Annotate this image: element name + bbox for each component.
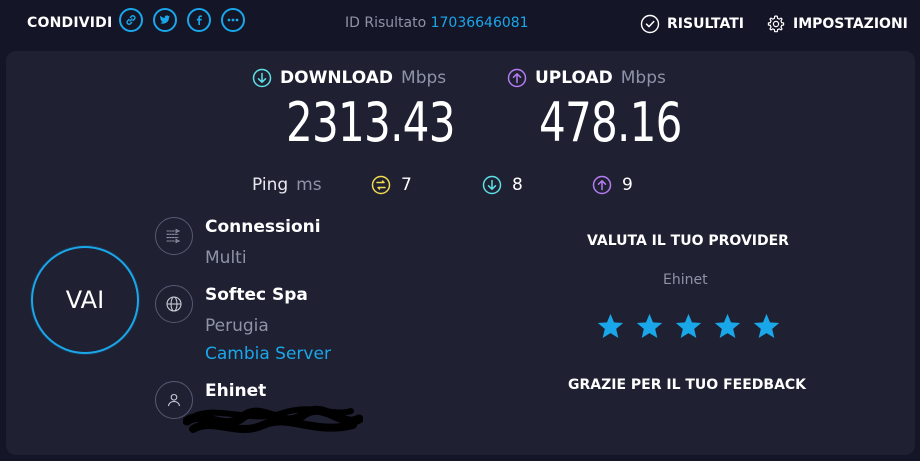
ping-download-icon <box>482 175 502 195</box>
connections-icon <box>155 217 193 255</box>
feedback-thanks: GRAZIE PER IL TUO FEEDBACK <box>568 377 807 393</box>
download-speed: 2313.43 <box>286 91 456 154</box>
connections-value: Multi <box>205 248 247 268</box>
download-unit: Mbps <box>401 68 447 88</box>
star-icon[interactable] <box>713 312 742 341</box>
upload-arrow-icon <box>507 68 527 88</box>
more-icon <box>227 18 239 22</box>
results-panel: DOWNLOAD Mbps 2313.43 UPLOAD Mbps 478.16… <box>6 51 915 455</box>
star-icon[interactable] <box>674 312 703 341</box>
check-circle-icon <box>640 14 660 34</box>
ping-idle: 7 <box>371 175 412 195</box>
result-id: ID Risultato 17036646081 <box>345 15 529 31</box>
download-label: DOWNLOAD <box>280 68 394 88</box>
upload-label: UPLOAD <box>535 68 613 88</box>
server-name: Softec Spa <box>205 285 308 305</box>
download-arrow-icon <box>252 68 272 88</box>
connections-title: Connessioni <box>205 217 321 237</box>
ping-unit: ms <box>296 175 322 195</box>
user-icon <box>167 393 181 407</box>
ping-idle-icon <box>371 175 391 195</box>
result-id-label: ID Risultato <box>345 15 427 31</box>
star-icon[interactable] <box>596 312 625 341</box>
rate-provider-title: VALUTA IL TUO PROVIDER <box>587 233 789 249</box>
ping-label: Ping <box>252 175 289 195</box>
facebook-icon <box>196 15 202 25</box>
share-twitter-button[interactable] <box>153 8 177 32</box>
upload-header: UPLOAD Mbps <box>507 68 666 88</box>
settings-label: IMPOSTAZIONI <box>793 16 908 32</box>
star-icon[interactable] <box>752 312 781 341</box>
change-server-link[interactable]: Cambia Server <box>205 344 331 364</box>
multi-connection-icon <box>166 228 181 244</box>
results-link[interactable]: RISULTATI <box>640 14 744 34</box>
result-id-value[interactable]: 17036646081 <box>431 15 529 31</box>
go-button[interactable]: VAI <box>31 246 139 354</box>
ping-idle-value: 7 <box>401 175 412 195</box>
gear-icon <box>767 15 785 33</box>
ping-upload: 9 <box>592 175 633 195</box>
share-facebook-button[interactable] <box>187 8 211 32</box>
ping-upload-icon <box>592 175 612 195</box>
ping-download: 8 <box>482 175 523 195</box>
twitter-icon <box>159 15 170 24</box>
star-icon[interactable] <box>635 312 664 341</box>
ping-label-group: Ping ms <box>252 175 322 195</box>
upload-unit: Mbps <box>620 68 666 88</box>
share-link-button[interactable] <box>119 8 143 32</box>
settings-link[interactable]: IMPOSTAZIONI <box>766 14 908 34</box>
ping-download-value: 8 <box>512 175 523 195</box>
globe-icon <box>166 296 182 312</box>
server-location: Perugia <box>205 316 269 336</box>
ping-upload-value: 9 <box>622 175 633 195</box>
share-more-button[interactable] <box>221 8 245 32</box>
server-icon <box>155 285 193 323</box>
results-label: RISULTATI <box>667 16 745 32</box>
top-bar: CONDIVIDI ID Risultato 17036646081 RISUL… <box>0 0 920 46</box>
provider-name: Ehinet <box>205 381 267 401</box>
upload-speed: 478.16 <box>539 91 682 154</box>
redacted-ip-scribble <box>183 405 363 433</box>
download-header: DOWNLOAD Mbps <box>252 68 446 88</box>
share-label: CONDIVIDI <box>27 15 113 31</box>
star-rating[interactable] <box>596 312 781 341</box>
link-icon <box>126 15 136 25</box>
rate-provider-name: Ehinet <box>663 272 708 288</box>
